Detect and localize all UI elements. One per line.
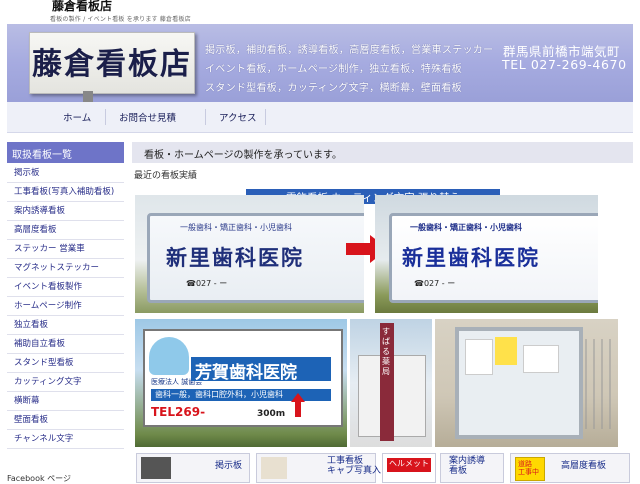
thumb-high-sign[interactable]: 道路 工事中 高層度看板 [510,453,630,483]
thumb-image: 道路 工事中 [515,457,545,481]
sidebar-item-vehicle-sticker[interactable]: ステッカー 営業車 [7,239,124,259]
billboard-distance: 300m [257,409,286,419]
billboard-photo[interactable]: 医療法人 誠歯会 芳賀歯科医院 歯科一般，歯科口腔外科，小児歯科 TEL269-… [135,319,347,447]
sidebar-item-aux-standing-sign[interactable]: 補助自立看板 [7,334,124,354]
service-line-2: イベント看板，ホームページ制作，独立看板，特殊看板 [205,64,462,75]
sidebar-item-homepage[interactable]: ホームページ制作 [7,296,124,316]
before-sign-board: 一般歯科・矯正歯科・小児歯科 新里歯科医院 ☎027 - ー [147,213,364,303]
bulletin-board-frame [455,327,583,439]
thumb-image [141,457,171,479]
sidebar-heading: 取扱看板一覧 [7,142,124,163]
header-banner: 藤倉看板店 掲示板，補助看板，誘導看板，高層度看板，営業車ステッカー イベント看… [7,24,633,102]
facebook-page-label[interactable]: Facebook ページ [7,473,71,484]
nav-bar: ホーム お問合せ見積 アクセス [7,102,633,133]
sidebar-item-channel-letters[interactable]: チャンネル文字 [7,429,124,449]
sidebar-item-guide-sign[interactable]: 案内誘導看板 [7,201,124,221]
sidebar-item-magnet-sticker[interactable]: マグネットステッカー [7,258,124,278]
tooth-mascot-icon [149,337,189,375]
logo-post [83,91,93,102]
nav-contact-estimate[interactable]: お問合せ見積 [119,110,176,124]
thumb-bulletin-board[interactable]: 掲示板 [136,453,250,483]
up-arrow-icon [291,393,305,417]
nav-divider [205,109,206,125]
notice-paper [465,339,493,375]
thumb-image: ヘルメット [387,458,431,472]
nav-divider [265,109,266,125]
after-photo[interactable]: 一般歯科・矯正歯科・小児歯科 新里歯科医院 ☎027 - ー [375,195,598,313]
thumb-label: 工事看板 キャブ写真入 [327,456,382,476]
sidebar-item-construction-sign[interactable]: 工事看板(写真入補助看板) [7,182,124,202]
thumb-label: 掲示板 [215,461,243,471]
service-line-1: 掲示板，補助看板，誘導看板，高層度看板，営業車ステッカー [205,45,494,56]
sidebar-item-stand-sign[interactable]: スタンド型看板 [7,353,124,373]
sidebar-item-event-sign[interactable]: イベント看板製作 [7,277,124,297]
billboard-name: 芳賀歯科医院 [195,363,297,383]
sidebar-item-wall-sign[interactable]: 壁面看板 [7,410,124,430]
service-line-3: スタンド型看板，カッティング文字，横断幕，壁面看板 [205,83,462,94]
pharmacy-pillar: すばる薬局 [380,323,394,441]
latest-works-label: 最近の看板実績 [134,171,198,181]
after-sign-services: 一般歯科・矯正歯科・小児歯科 [410,223,522,232]
pharmacy-photo[interactable]: すばる薬局 [350,319,432,447]
hard-hat-sign-text: 道路 工事中 [518,460,539,476]
billboard-tel: TEL269- [151,405,206,419]
billboard-services: 歯科一般，歯科口腔外科，小児歯科 [155,390,283,399]
sidebar-item-high-sign[interactable]: 高層度看板 [7,220,124,240]
after-sign-name: 新里歯科医院 [402,245,540,270]
billboard-board: 医療法人 誠歯会 芳賀歯科医院 歯科一般，歯科口腔外科，小児歯科 TEL269-… [143,329,343,427]
nav-home[interactable]: ホーム [63,110,91,124]
nav-access[interactable]: アクセス [219,110,257,124]
thumb-construction-sign[interactable]: 工事看板 キャブ写真入 [256,453,381,483]
notice-paper [523,345,559,373]
notice-paper-yellow [495,337,517,365]
before-photo[interactable]: 一般歯科・矯正歯科・小児歯科 新里歯科医院 ☎027 - ー [135,195,364,313]
logo-text: 藤倉看板店 [32,47,192,82]
before-sign-name: 新里歯科医院 [166,245,304,270]
before-sign-services: 一般歯科・矯正歯科・小児歯科 [180,223,292,232]
thumb-label: 案内誘導 看板 [449,456,486,476]
thumb-image [261,457,287,479]
thumb-guide-sign[interactable]: 案内誘導 看板 [440,453,504,483]
site-title: 藤倉看板店 [52,0,113,13]
thumb-label: 高層度看板 [561,461,607,471]
main-heading-text: 看板・ホームページの製作を承っています。 [144,150,342,161]
phone-number: TEL 027-269-4670 [502,57,627,72]
sidebar-heading-text: 取扱看板一覧 [12,150,72,161]
sidebar-item-cutting-letters[interactable]: カッティング文字 [7,372,124,392]
after-sign-board: 一般歯科・矯正歯科・小児歯科 新里歯科医院 ☎027 - ー [389,213,598,303]
thumb-helmet-sign[interactable]: ヘルメット [382,453,436,483]
sidebar-item-standalone-sign[interactable]: 独立看板 [7,315,124,335]
bicycle-rack [585,339,615,429]
logo[interactable]: 藤倉看板店 [29,32,195,94]
billboard-name-bar: 芳賀歯科医院 [191,357,331,383]
nav-divider [105,109,106,125]
sidebar-item-bulletin-board[interactable]: 掲示板 [7,163,124,183]
before-sign-tel: ☎027 - ー [186,279,228,288]
pharmacy-pillar-text: すばる薬局 [382,327,390,376]
after-sign-tel: ☎027 - ー [414,279,456,288]
sidebar-item-banner[interactable]: 横断幕 [7,391,124,411]
thumb-label: ヘルメット [389,459,429,468]
site-subtitle: 看板の製作 / イベント看板 を承ります 藤倉看板店 [50,16,191,23]
bulletin-board-photo[interactable] [435,319,618,447]
main-heading: 看板・ホームページの製作を承っています。 [132,142,633,163]
